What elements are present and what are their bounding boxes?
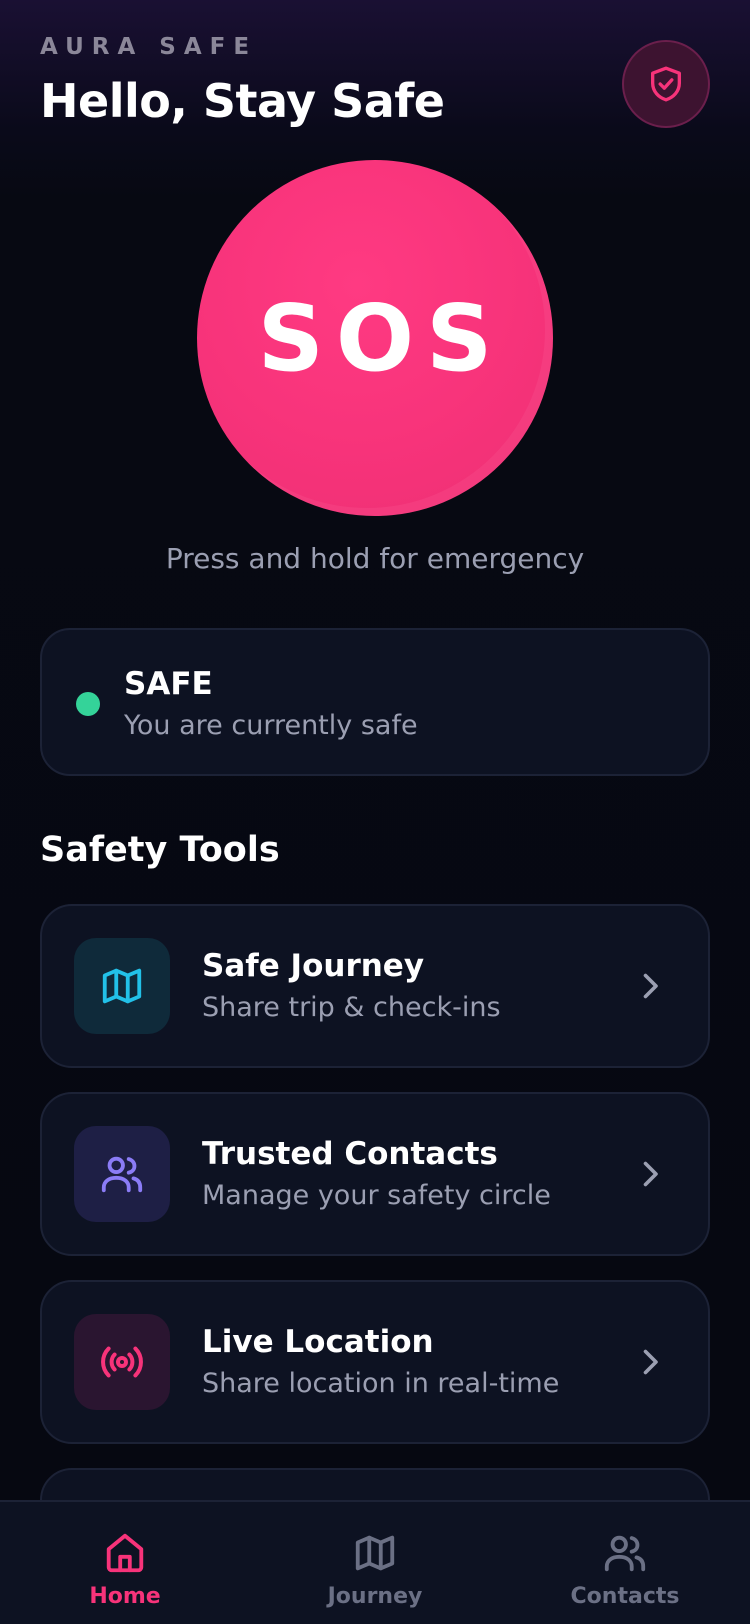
tool-subtitle: Manage your safety circle (202, 1180, 551, 1211)
status-subtitle: You are currently safe (124, 710, 418, 741)
nav-label-contacts: Contacts (570, 1584, 680, 1609)
tool-icon-container (74, 1126, 170, 1222)
sos-hint: Press and hold for emergency (165, 542, 585, 575)
bottom-navigation: Home Journey Contacts (0, 1500, 750, 1624)
home-screen: AURA SAFE Hello, Stay Safe SOS Press and… (0, 0, 750, 1624)
tool-subtitle: Share trip & check-ins (202, 992, 501, 1023)
status-indicator-dot (76, 692, 100, 716)
nav-label-home: Home (89, 1584, 161, 1609)
tool-title: Trusted Contacts (202, 1136, 498, 1172)
nav-item-home[interactable]: Home (45, 1530, 205, 1609)
app-brand: AURA SAFE (40, 34, 258, 60)
users-icon (101, 1156, 143, 1193)
chevron-right-icon (643, 973, 658, 999)
safety-shield-button[interactable] (622, 40, 710, 128)
status-card: SAFE You are currently safe (40, 628, 710, 776)
map-icon (102, 968, 142, 1004)
chevron-right-icon (643, 1349, 658, 1375)
section-title-safety-tools: Safety Tools (40, 830, 280, 870)
page-title: Hello, Stay Safe (40, 74, 445, 128)
nav-item-journey[interactable]: Journey (295, 1530, 455, 1609)
map-icon (355, 1535, 395, 1571)
tool-title: Safe Journey (202, 948, 425, 984)
shield-check-icon (651, 66, 681, 102)
nav-item-contacts[interactable]: Contacts (545, 1530, 705, 1609)
home-icon (106, 1533, 144, 1573)
status-title: SAFE (124, 666, 213, 702)
tool-subtitle: Share location in real-time (202, 1368, 560, 1399)
sos-button[interactable]: SOS (197, 160, 553, 516)
nav-label-journey: Journey (327, 1584, 423, 1609)
sos-label: SOS (257, 284, 505, 392)
tool-icon-container (74, 1314, 170, 1410)
chevron-right-icon (643, 1161, 658, 1187)
tool-card-trusted-contacts[interactable]: Trusted Contacts Manage your safety circ… (40, 1092, 710, 1256)
broadcast-icon (101, 1346, 143, 1378)
tool-card-safe-journey[interactable]: Safe Journey Share trip & check-ins (40, 904, 710, 1068)
tool-title: Live Location (202, 1324, 434, 1360)
tool-icon-container (74, 938, 170, 1034)
tool-card-live-location[interactable]: Live Location Share location in real-tim… (40, 1280, 710, 1444)
users-icon (604, 1535, 646, 1572)
